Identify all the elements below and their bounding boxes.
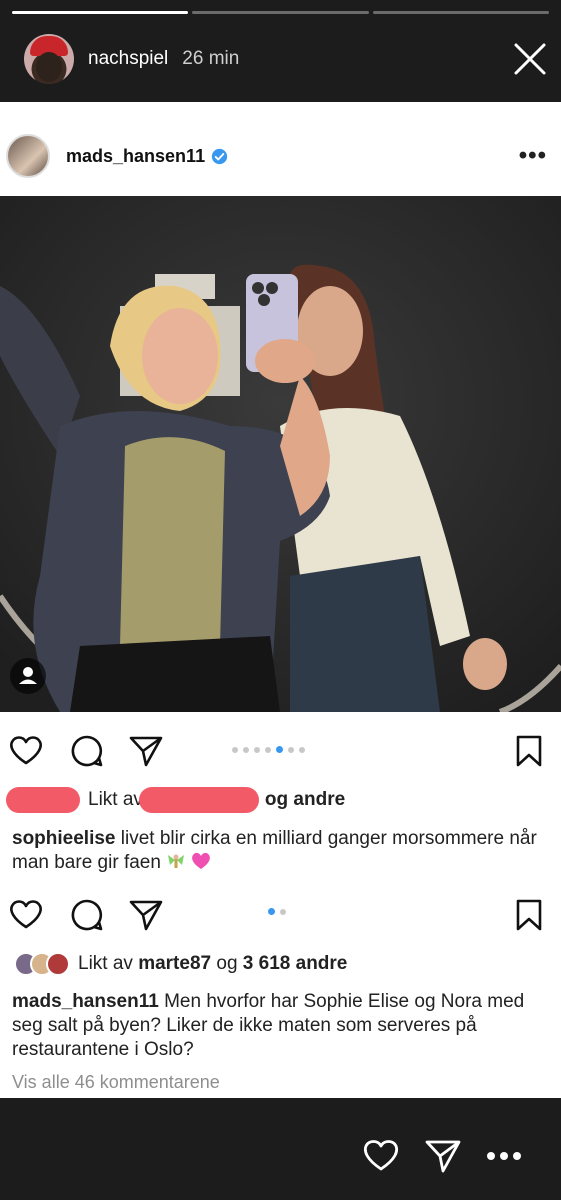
heart-icon[interactable] (8, 734, 44, 766)
liked-by-user[interactable]: marte87 (138, 953, 211, 975)
story-progress-segment (372, 11, 549, 14)
post-action-bar (0, 730, 561, 770)
more-horizontal-icon[interactable] (486, 1150, 522, 1162)
carousel-indicator (268, 908, 286, 915)
inner-caption: sophieelise livet blir cirka en milliard… (12, 827, 547, 875)
post-avatar[interactable] (6, 134, 50, 178)
carousel-dot (280, 908, 286, 915)
caption-username[interactable]: mads_hansen11 (12, 991, 159, 1012)
bookmark-icon[interactable] (514, 898, 544, 932)
verified-badge-icon (211, 148, 228, 164)
story-header: nachspiel 26 min (24, 34, 547, 84)
caption-username[interactable]: sophieelise (12, 828, 116, 849)
liked-by-suffix: og andre (264, 789, 346, 810)
comment-icon[interactable] (70, 734, 104, 768)
post-photo[interactable] (0, 196, 561, 712)
avatar (46, 952, 70, 976)
shared-post-screenshot: mads_hansen11 ••• Likt av og andre sophi… (0, 102, 561, 1098)
redacted-avatar (6, 787, 80, 813)
heart-icon[interactable] (362, 1138, 400, 1172)
outer-post-action-bar (0, 894, 561, 934)
carousel-dot (299, 746, 305, 753)
liked-by-prefix: Likt av (88, 789, 143, 810)
tagged-users-button[interactable] (10, 658, 46, 694)
carousel-dot (288, 746, 294, 753)
story-progress (12, 11, 549, 14)
story-progress-segment (192, 11, 369, 14)
liked-by-prefix: Likt av (78, 953, 133, 974)
share-icon[interactable] (128, 898, 164, 932)
carousel-dot (265, 746, 271, 753)
post-header: mads_hansen11 ••• (0, 126, 561, 186)
story-avatar[interactable] (24, 34, 74, 84)
inner-liked-by: Likt av og andre (6, 787, 561, 813)
view-all-comments-link[interactable]: Vis alle 46 kommentarene (12, 1072, 220, 1093)
outer-liked-by: Likt av marte87 og 3 618 andre (14, 952, 561, 976)
more-options-icon[interactable]: ••• (519, 142, 547, 170)
carousel-dot (268, 908, 275, 915)
story-footer (0, 1098, 561, 1200)
comment-icon[interactable] (70, 898, 104, 932)
carousel-dot (243, 746, 249, 753)
fairy-emoji-icon (168, 854, 185, 868)
story-username[interactable]: nachspiel (88, 48, 168, 70)
bookmark-icon[interactable] (514, 734, 544, 768)
liker-avatars (14, 952, 70, 976)
story-time: 26 min (182, 48, 240, 69)
liked-by-count[interactable]: 3 618 andre (243, 953, 348, 975)
carousel-dot (276, 746, 283, 753)
story-progress-segment (12, 11, 189, 14)
carousel-indicator (232, 746, 305, 753)
carousel-dot (232, 746, 238, 753)
mirror-selfie-image (0, 196, 561, 712)
liked-by-mid: og (216, 953, 238, 974)
carousel-dot (254, 746, 260, 753)
close-icon[interactable] (513, 42, 547, 76)
send-icon[interactable] (424, 1138, 462, 1174)
outer-caption: mads_hansen11 Men hvorfor har Sophie Eli… (12, 990, 547, 1062)
pink-heart-emoji-icon (192, 852, 211, 869)
share-icon[interactable] (128, 734, 164, 768)
post-username[interactable]: mads_hansen11 (66, 146, 205, 167)
user-icon (19, 667, 37, 684)
heart-icon[interactable] (8, 898, 44, 930)
redacted-username (138, 787, 259, 813)
